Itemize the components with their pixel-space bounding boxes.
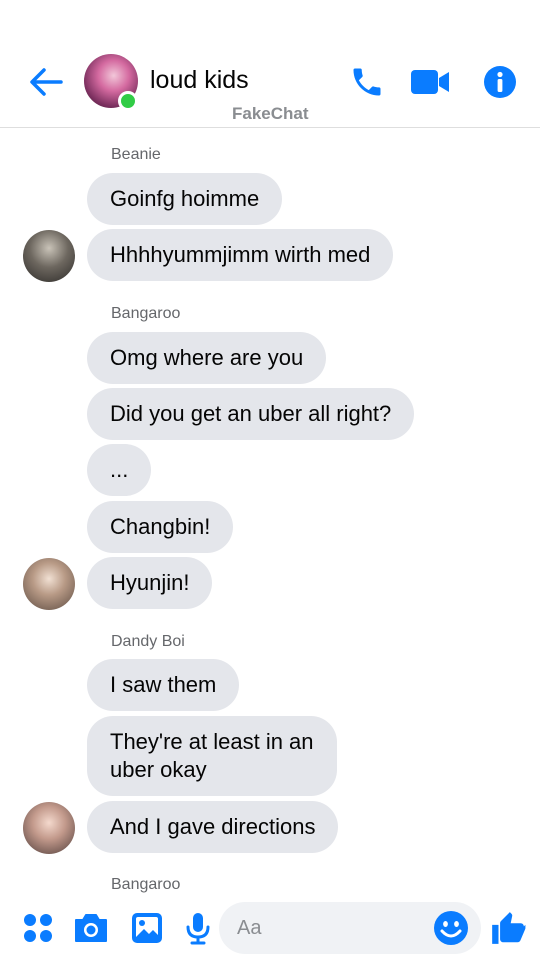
voice-message-button[interactable] — [178, 906, 218, 950]
sender-avatar[interactable] — [23, 230, 75, 282]
sender-avatar[interactable] — [23, 802, 75, 854]
back-arrow-icon — [30, 68, 63, 96]
emoji-button[interactable] — [431, 908, 471, 948]
microphone-icon — [186, 913, 210, 945]
message-bubble[interactable]: Hhhhyummjimm wirth med — [87, 229, 394, 281]
thumbs-up-icon — [492, 912, 526, 944]
message-bubble[interactable]: They're at least in an uber okay — [87, 716, 337, 796]
message-bubble[interactable]: I saw them — [87, 659, 240, 711]
message-bubble[interactable]: ... — [87, 444, 152, 496]
message-input[interactable] — [237, 902, 427, 954]
chat-header: loud kids FakeChat — [0, 0, 540, 128]
sender-name: Bangaroo — [111, 305, 181, 322]
message-bubble[interactable]: Changbin! — [87, 501, 234, 553]
gallery-button[interactable] — [127, 906, 167, 950]
sender-name: Beanie — [111, 146, 161, 163]
menu-dots-icon — [24, 914, 52, 942]
camera-icon — [75, 914, 107, 942]
sender-name: Bangaroo — [111, 876, 181, 893]
gallery-icon — [132, 913, 162, 943]
sender-avatar[interactable] — [23, 558, 75, 610]
info-button[interactable] — [478, 60, 522, 104]
message-bubble[interactable]: Hyunjin! — [87, 557, 213, 609]
video-camera-icon — [411, 70, 449, 94]
video-call-button[interactable] — [408, 60, 452, 104]
chat-title[interactable]: loud kids — [150, 66, 249, 95]
info-icon — [484, 66, 516, 98]
message-bubble[interactable]: Goinfg hoimme — [87, 173, 283, 225]
like-button[interactable] — [488, 906, 528, 950]
message-bubble[interactable]: Omg where are you — [87, 332, 327, 384]
more-actions-button[interactable] — [18, 906, 58, 950]
online-status-dot — [118, 91, 138, 111]
composer-bar — [0, 900, 540, 960]
sender-name: Dandy Boi — [111, 633, 185, 650]
camera-button[interactable] — [71, 906, 111, 950]
watermark: FakeChat — [232, 104, 309, 123]
voice-call-button[interactable] — [345, 60, 389, 104]
message-list[interactable]: Beanie Goinfg hoimme Hhhhyummjimm wirth … — [0, 128, 540, 900]
message-bubble[interactable]: Did you get an uber all right? — [87, 388, 415, 440]
emoji-icon — [434, 911, 468, 945]
back-button[interactable] — [26, 62, 66, 102]
phone-icon — [353, 68, 381, 96]
message-bubble[interactable]: And I gave directions — [87, 801, 339, 853]
message-input-container[interactable] — [219, 902, 481, 954]
